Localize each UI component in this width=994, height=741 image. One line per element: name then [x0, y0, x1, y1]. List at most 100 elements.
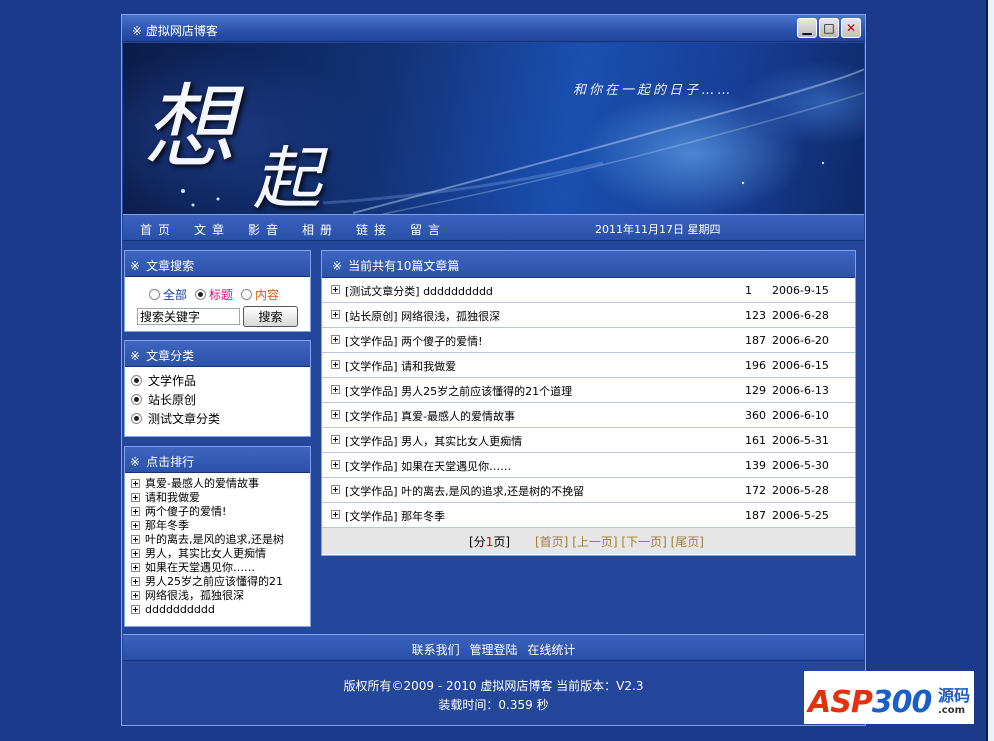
article-row[interactable]: [文学作品] 如果在天堂遇见你…… 139 2006-5-30: [322, 453, 855, 478]
search-option-content[interactable]: 内容: [241, 286, 279, 303]
minimize-button[interactable]: ▁: [797, 18, 817, 38]
nav-media[interactable]: 影音: [248, 221, 284, 238]
article-title[interactable]: [文学作品] 真爱-最感人的爱情故事: [345, 408, 515, 424]
category-item[interactable]: 文学作品: [131, 371, 310, 390]
expand-icon: [131, 520, 140, 530]
expand-icon: [131, 590, 140, 600]
prev-page-link[interactable]: [上一页]: [572, 535, 617, 549]
nav-guestbook[interactable]: 留言: [410, 221, 446, 238]
ranking-item[interactable]: 那年冬季: [131, 518, 310, 532]
header-banner: 想 起 和你在一起的日子……: [123, 43, 864, 214]
ranking-item[interactable]: 两个傻子的爱情!: [131, 504, 310, 518]
article-date: 2006-6-10: [772, 409, 829, 422]
article-row[interactable]: [文学作品] 男人，其实比女人更痴情 161 2006-5-31: [322, 428, 855, 453]
watermark-com: .com: [938, 705, 966, 716]
expand-icon: [331, 410, 340, 419]
first-page-link[interactable]: [首页]: [535, 535, 568, 549]
next-page-link[interactable]: [下一页]: [621, 535, 666, 549]
article-row[interactable]: [文学作品] 那年冬季 187 2006-5-25: [322, 503, 855, 528]
page-info: [分1页]: [469, 535, 511, 549]
article-row[interactable]: [文学作品] 两个傻子的爱情! 187 2006-6-20: [322, 328, 855, 353]
article-date: 2006-5-30: [772, 459, 829, 472]
footer-nav: 联系我们 管理登陆 在线统计: [123, 634, 864, 661]
article-title[interactable]: [文学作品] 叶的离去,是风的追求,还是树的不挽留: [345, 483, 584, 499]
article-row[interactable]: [测试文章分类] dddddddddd 1 2006-9-15: [322, 278, 855, 303]
expand-icon: [131, 548, 140, 558]
page-links: [首页] [上一页] [下一页] [尾页]: [535, 533, 704, 550]
article-title[interactable]: [文学作品] 男人，其实比女人更痴情: [345, 433, 522, 449]
article-row[interactable]: [文学作品] 叶的离去,是风的追求,还是树的不挽留 172 2006-5-28: [322, 478, 855, 503]
article-hits: 360: [745, 409, 766, 422]
hot-ranking-list: 真爱-最感人的爱情故事 请和我做爱 两个傻子的爱情! 那年冬季 叶的离去,是风的…: [125, 473, 310, 616]
close-button[interactable]: ✕: [841, 18, 861, 38]
category-item[interactable]: 测试文章分类: [131, 409, 310, 428]
article-date: 2006-6-28: [772, 309, 829, 322]
nav-links[interactable]: 链接: [356, 221, 392, 238]
search-option-all[interactable]: 全部: [149, 286, 187, 303]
window-controls: ▁ □ ✕: [797, 18, 861, 38]
banner-slogan: 和你在一起的日子……: [573, 83, 734, 98]
nav-album[interactable]: 相册: [302, 221, 338, 238]
article-row[interactable]: [文学作品] 真爱-最感人的爱情故事 360 2006-6-10: [322, 403, 855, 428]
article-date: 2006-6-15: [772, 359, 829, 372]
search-input[interactable]: [137, 308, 240, 325]
search-option-title[interactable]: 标题: [195, 286, 233, 303]
hot-ranking-panel: ※ 点击排行 真爱-最感人的爱情故事 请和我做爱 两个傻子的爱情! 那年冬季 叶的…: [124, 446, 311, 627]
admin-login-link[interactable]: 管理登陆: [469, 643, 517, 657]
window-title: ※ 虚拟网店博客: [132, 24, 218, 38]
article-title[interactable]: [文学作品] 如果在天堂遇见你……: [345, 458, 511, 474]
ranking-item[interactable]: 请和我做爱: [131, 490, 310, 504]
expand-icon: [131, 562, 140, 572]
title-bar: ※ 虚拟网店博客 ▁ □ ✕: [122, 15, 865, 42]
article-date: 2006-5-31: [772, 434, 829, 447]
article-row[interactable]: [站长原创] 网络很浅，孤独很深 123 2006-6-28: [322, 303, 855, 328]
article-hits: 129: [745, 384, 766, 397]
expand-icon: [331, 360, 340, 369]
article-hits: 196: [745, 359, 766, 372]
category-panel: ※ 文章分类 文学作品 站长原创 测试文章分类: [124, 340, 311, 437]
article-hits: 187: [745, 509, 766, 522]
desktop-edge: [986, 0, 994, 741]
online-stats-link[interactable]: 在线统计: [527, 643, 575, 657]
ranking-item[interactable]: 男人25岁之前应该懂得的21: [131, 574, 310, 588]
article-date: 2006-5-25: [772, 509, 829, 522]
expand-icon: [331, 335, 340, 344]
article-date: 2006-6-13: [772, 384, 829, 397]
article-title[interactable]: [文学作品] 请和我做爱: [345, 358, 456, 374]
asp300-watermark-logo: ASP300 源码 .com: [804, 671, 974, 724]
article-hits: 187: [745, 334, 766, 347]
article-date: 2006-6-20: [772, 334, 829, 347]
expand-icon: [331, 285, 340, 294]
category-panel-header: ※ 文章分类: [125, 341, 310, 367]
category-item[interactable]: 站长原创: [131, 390, 310, 409]
article-title[interactable]: [文学作品] 男人25岁之前应该懂得的21个道理: [345, 383, 572, 399]
radio-icon: [149, 289, 160, 300]
expand-icon: [131, 576, 140, 586]
last-page-link[interactable]: [尾页]: [671, 535, 704, 549]
ranking-item[interactable]: 网络很浅，孤独很深: [131, 588, 310, 602]
article-title[interactable]: [文学作品] 那年冬季: [345, 508, 445, 524]
maximize-button[interactable]: □: [819, 18, 839, 38]
ranking-item[interactable]: dddddddddd: [131, 602, 310, 616]
article-title[interactable]: [文学作品] 两个傻子的爱情!: [345, 333, 483, 349]
ranking-item[interactable]: 真爱-最感人的爱情故事: [131, 476, 310, 490]
article-title[interactable]: [测试文章分类] dddddddddd: [345, 283, 493, 299]
article-list-panel: ※ 当前共有10篇文章篇 [测试文章分类] dddddddddd 1 2006-9-1…: [321, 250, 856, 556]
expand-icon: [331, 310, 340, 319]
article-row[interactable]: [文学作品] 男人25岁之前应该懂得的21个道理 129 2006-6-13: [322, 378, 855, 403]
nav-articles[interactable]: 文章: [194, 221, 230, 238]
current-date: 2011年11月17日 星期四: [595, 223, 721, 236]
article-row[interactable]: [文学作品] 请和我做爱 196 2006-6-15: [322, 353, 855, 378]
search-button[interactable]: 搜索: [243, 306, 298, 327]
ranking-item[interactable]: 叶的离去,是风的追求,还是树: [131, 532, 310, 546]
radio-icon: [241, 289, 253, 300]
bullet-icon: [131, 413, 142, 424]
ranking-item[interactable]: 男人，其实比女人更痴情: [131, 546, 310, 560]
contact-link[interactable]: 联系我们: [412, 643, 460, 657]
banner-title-char-2: 起: [253, 140, 322, 214]
browser-window: ※ 虚拟网店博客 ▁ □ ✕ 想 起 和你在一起的日子…… 首页 文章 影音 相…: [121, 14, 866, 726]
nav-home[interactable]: 首页: [140, 221, 176, 238]
article-title[interactable]: [站长原创] 网络很浅，孤独很深: [345, 308, 500, 324]
expand-icon: [331, 385, 340, 394]
ranking-item[interactable]: 如果在天堂遇见你……: [131, 560, 310, 574]
